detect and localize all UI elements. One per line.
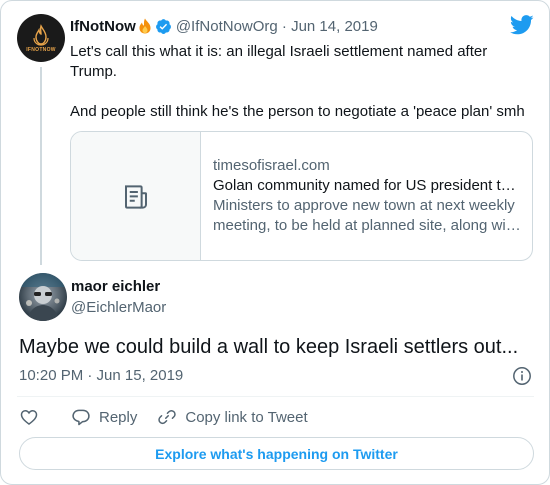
link-domain: timesofisrael.com [213,157,330,174]
quoted-text-line-2: And people still think he's the person t… [70,103,525,120]
avatar-label: IFNOTNOW [26,46,56,53]
author-handle[interactable]: @EichlerMaor [71,299,166,316]
link-thumbnail [71,132,201,260]
author-name[interactable]: maor eichler [71,278,160,295]
tweet-timestamp[interactable]: 10:20 PM · Jun 15, 2019 [19,367,183,384]
link-title: Golan community named for US president t… [213,177,522,194]
link-description: Ministers to approve new town at next we… [213,197,519,234]
quoted-tweet-text: Let's call this what it is: an illegal I… [70,42,535,122]
thread-connector-line [40,67,42,265]
twitter-bird-icon[interactable] [510,15,534,35]
tweet-text: Maybe we could build a wall to keep Isra… [19,336,519,358]
link-preview-card[interactable]: timesofisrael.com Golan community named … [70,131,533,261]
divider [17,396,534,397]
fire-emoji-icon [139,18,151,34]
reply-button[interactable]: Reply [71,407,137,427]
like-button[interactable] [19,407,39,427]
quoted-author-name[interactable]: IfNotNow [70,18,136,35]
eichler-avatar[interactable] [19,273,67,321]
article-icon [124,185,147,209]
verified-badge-icon [155,18,171,34]
info-icon[interactable] [512,366,532,386]
avatar-photo [19,273,67,321]
tweet-embed-card: IFNOTNOW IfNotNow @IfNotNowOrg · Jun 14,… [0,0,550,485]
quoted-text-line-1: Let's call this what it is: an illegal I… [70,43,488,80]
quoted-tweet-header: IfNotNow @IfNotNowOrg · Jun 14, 2019 [70,15,378,37]
copy-link-label: Copy link to Tweet [185,408,308,426]
quoted-handle-date[interactable]: @IfNotNowOrg · Jun 14, 2019 [176,18,378,35]
flame-logo-icon [33,23,49,46]
heart-icon [20,409,38,426]
reply-label: Reply [99,408,138,426]
reply-bubble-icon [72,409,90,426]
explore-twitter-button[interactable]: Explore what's happening on Twitter [19,437,534,470]
link-card-body: timesofisrael.com Golan community named … [201,132,532,260]
tweet-actions: Reply Copy link to Tweet [19,405,308,429]
link-icon [158,409,177,425]
ifnotnow-avatar[interactable]: IFNOTNOW [17,14,65,62]
copy-link-button[interactable]: Copy link to Tweet [157,407,308,427]
